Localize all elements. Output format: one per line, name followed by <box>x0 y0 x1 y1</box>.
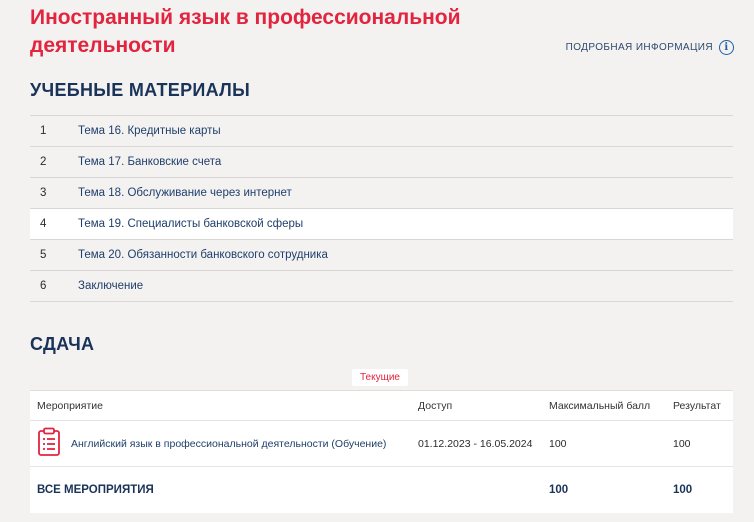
total-label: ВСЕ МЕРОПРИЯТИЯ <box>37 484 154 496</box>
event-access: 01.12.2023 - 16.05.2024 <box>418 437 533 450</box>
col-max-score: Максимальный балл <box>549 399 651 412</box>
total-max-score: 100 <box>549 484 569 496</box>
material-link[interactable]: Тема 16. Кредитные карты <box>78 125 221 137</box>
clipboard-icon <box>37 427 61 460</box>
event-link[interactable]: Английский язык в профессиональной деяте… <box>37 427 418 460</box>
row-number: 6 <box>40 280 47 292</box>
material-row[interactable]: 6 Заключение <box>30 271 733 302</box>
material-row[interactable]: 1 Тема 16. Кредитные карты <box>30 116 733 147</box>
row-number: 3 <box>40 187 47 199</box>
course-title: Иностранный язык в профессиональной деят… <box>30 6 461 57</box>
material-row[interactable]: 3 Тема 18. Обслуживание через интернет <box>30 178 733 209</box>
materials-heading: УЧЕБНЫЕ МАТЕРИАЛЫ <box>30 80 251 100</box>
row-number: 1 <box>40 125 47 137</box>
submission-heading: СДАЧА <box>30 334 95 354</box>
events-table: Мероприятие Доступ Максимальный балл Рез… <box>30 390 733 513</box>
col-result: Результат <box>673 399 721 412</box>
event-result: 100 <box>673 437 691 450</box>
col-event: Мероприятие <box>37 399 103 412</box>
total-result: 100 <box>673 484 693 496</box>
row-number: 4 <box>40 218 47 230</box>
details-label: ПОДРОБНАЯ ИНФОРМАЦИЯ <box>565 42 713 53</box>
row-number: 2 <box>40 156 47 168</box>
material-link[interactable]: Тема 18. Обслуживание через интернет <box>78 187 292 199</box>
event-max-score: 100 <box>549 437 567 450</box>
row-number: 5 <box>40 249 47 261</box>
material-row[interactable]: 4 Тема 19. Специалисты банковской сферы <box>30 209 733 240</box>
table-header: Мероприятие Доступ Максимальный балл Рез… <box>30 391 733 421</box>
materials-list: 1 Тема 16. Кредитные карты 2 Тема 17. Ба… <box>30 115 733 302</box>
material-row[interactable]: 5 Тема 20. Обязанности банковского сотру… <box>30 240 733 271</box>
material-row[interactable]: 2 Тема 17. Банковские счета <box>30 147 733 178</box>
info-icon[interactable]: i <box>719 40 734 55</box>
event-name: Английский язык в профессиональной деяте… <box>71 437 387 450</box>
table-row: Английский язык в профессиональной деяте… <box>30 421 733 467</box>
tab-current[interactable]: Текущие <box>352 369 408 386</box>
material-link[interactable]: Тема 19. Специалисты банковской сферы <box>78 218 303 230</box>
details-link[interactable]: ПОДРОБНАЯ ИНФОРМАЦИЯ i <box>566 40 734 55</box>
material-link[interactable]: Заключение <box>78 280 143 292</box>
col-access: Доступ <box>418 399 453 412</box>
material-link[interactable]: Тема 17. Банковские счета <box>78 156 221 168</box>
material-link[interactable]: Тема 20. Обязанности банковского сотрудн… <box>78 249 328 261</box>
total-row: ВСЕ МЕРОПРИЯТИЯ 100 100 <box>30 467 733 513</box>
